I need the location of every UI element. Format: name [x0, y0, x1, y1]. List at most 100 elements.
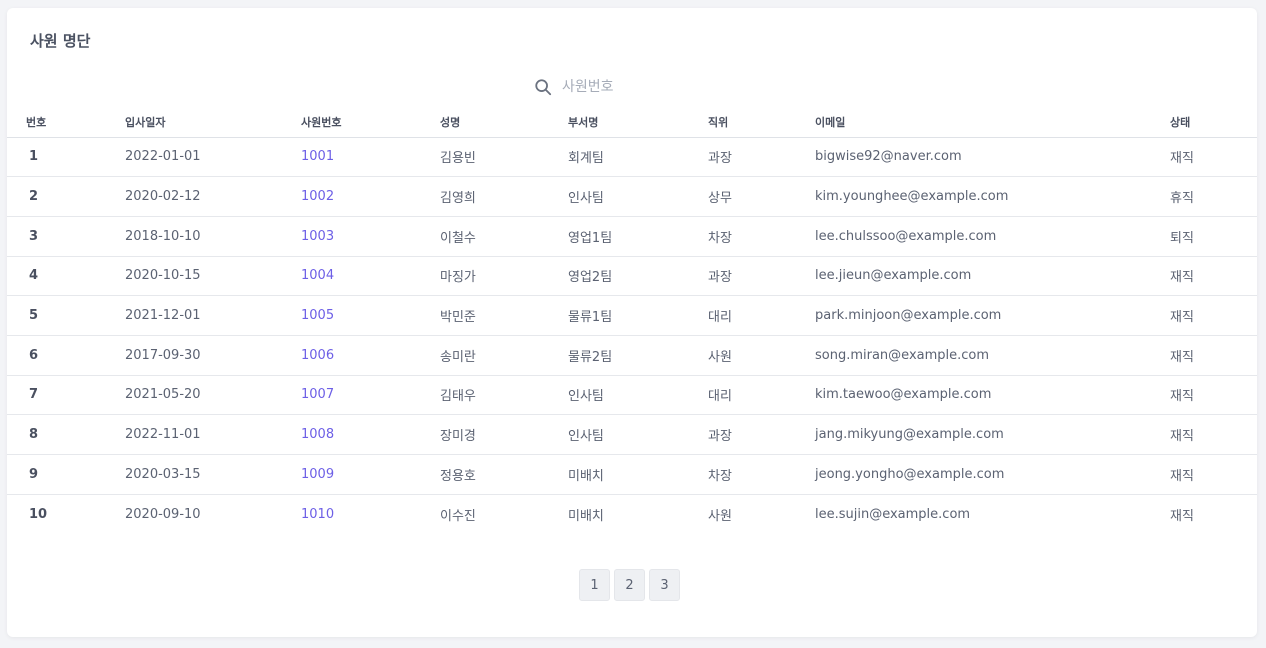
row-number: 1 — [7, 137, 125, 178]
emp-no-link[interactable]: 1009 — [301, 454, 440, 495]
status-cell: 재직 — [1170, 335, 1257, 376]
email-cell: song.miran@example.com — [815, 335, 1170, 376]
hire-date-cell: 2020-02-12 — [125, 176, 301, 217]
hire-date-cell: 2021-12-01 — [125, 295, 301, 336]
page-button-3[interactable]: 3 — [649, 569, 680, 601]
name-cell: 김용빈 — [440, 137, 568, 178]
column-header-status[interactable]: 상태 — [1170, 108, 1257, 138]
table-row[interactable]: 3 2018-10-10 1003 이철수 영업1팀 차장 lee.chulssoo@exa… — [7, 216, 1257, 257]
email-cell: park.minjoon@example.com — [815, 295, 1170, 336]
hire-date-cell: 2022-11-01 — [125, 414, 301, 455]
name-cell: 송미란 — [440, 335, 568, 376]
position-cell: 차장 — [708, 216, 815, 257]
status-cell: 재직 — [1170, 256, 1257, 297]
hire-date-cell: 2021-05-20 — [125, 375, 301, 416]
status-cell: 재직 — [1170, 508, 1194, 524]
hire-date-cell: 2020-09-10 — [125, 506, 201, 522]
email-cell: jang.mikyung@example.com — [815, 414, 1170, 455]
email-cell: lee.chulssoo@example.com — [815, 216, 1170, 257]
status-cell: 재직 — [1170, 295, 1257, 336]
name-cell: 김영희 — [440, 176, 568, 217]
status-cell: 퇴직 — [1170, 216, 1257, 257]
position-cell: 사원 — [708, 335, 815, 376]
emp-no-link[interactable]: 1008 — [301, 414, 440, 455]
emp-no-link[interactable]: 1001 — [301, 137, 440, 178]
hire-date-cell: 2022-01-01 — [125, 137, 301, 178]
status-cell: 재직 — [1170, 454, 1257, 495]
dept-cell: 미배치 — [568, 508, 604, 524]
position-cell: 차장 — [708, 454, 815, 495]
dept-cell: 영업2팀 — [568, 256, 708, 297]
hire-date-cell: 2018-10-10 — [125, 216, 301, 257]
name-cell: 장미경 — [440, 414, 568, 455]
table-header-row: 번호 입사일자 사원번호 성명 부서명 직위 이메일 상태 — [7, 108, 1257, 138]
position-cell: 사원 — [708, 508, 732, 524]
column-header-email[interactable]: 이메일 — [815, 108, 1170, 138]
pagination: 123 — [579, 569, 680, 601]
employee-table: 번호 입사일자 사원번호 성명 부서명 직위 이메일 상태 1 2022-01-0… — [7, 108, 1257, 534]
emp-no-link[interactable]: 1004 — [301, 256, 440, 297]
row-number: 7 — [7, 375, 125, 416]
row-number: 6 — [7, 335, 125, 376]
name-cell: 김태우 — [440, 375, 568, 416]
table-row[interactable]: 1 2022-01-01 1001 김용빈 회계팀 과장 bigwise92@naver.c… — [7, 137, 1257, 178]
name-cell: 박민준 — [440, 295, 568, 336]
page-title: 사원 명단 — [30, 32, 91, 50]
emp-no-link[interactable]: 1006 — [301, 335, 440, 376]
name-cell: 마징가 — [440, 256, 568, 297]
email-cell: kim.taewoo@example.com — [815, 375, 1170, 416]
row-number: 10 — [29, 506, 48, 522]
table-row[interactable]: 5 2021-12-01 1005 박민준 물류1팀 대리 park.minjoon@exa… — [7, 295, 1257, 336]
position-cell: 대리 — [708, 375, 815, 416]
emp-no-link[interactable]: 1005 — [301, 295, 440, 336]
table-row[interactable]: 8 2022-11-01 1008 장미경 인사팀 과장 jang.mikyung@exam… — [7, 414, 1257, 455]
row-number: 5 — [7, 295, 125, 336]
column-header-no[interactable]: 번호 — [7, 108, 125, 138]
page-button-2[interactable]: 2 — [614, 569, 645, 601]
status-cell: 재직 — [1170, 375, 1257, 416]
search-input[interactable] — [562, 79, 682, 95]
status-cell: 휴직 — [1170, 176, 1257, 217]
position-cell: 과장 — [708, 256, 815, 297]
email-cell: bigwise92@naver.com — [815, 137, 1170, 178]
dept-cell: 인사팀 — [568, 414, 708, 455]
email-cell: lee.jieun@example.com — [815, 256, 1170, 297]
row-number: 8 — [7, 414, 125, 455]
table-row[interactable]: 2 2020-02-12 1002 김영희 인사팀 상무 kim.younghee@exam… — [7, 176, 1257, 217]
search-icon[interactable] — [534, 78, 552, 96]
dept-cell: 회계팀 — [568, 137, 708, 178]
dept-cell: 영업1팀 — [568, 216, 708, 257]
dept-cell: 미배치 — [568, 454, 708, 495]
name-cell: 이수진 — [440, 508, 476, 524]
row-number: 2 — [7, 176, 125, 217]
column-header-name[interactable]: 성명 — [440, 108, 568, 138]
row-number: 4 — [7, 256, 125, 297]
column-header-emp-no[interactable]: 사원번호 — [301, 108, 440, 138]
column-header-hire-date[interactable]: 입사일자 — [125, 108, 301, 138]
emp-no-link[interactable]: 1003 — [301, 216, 440, 257]
emp-no-link[interactable]: 1010 — [301, 494, 440, 534]
status-cell: 재직 — [1170, 414, 1257, 455]
dept-cell: 인사팀 — [568, 375, 708, 416]
table-row[interactable]: 6 2017-09-30 1006 송미란 물류2팀 사원 song.miran@examp… — [7, 335, 1257, 376]
column-header-position[interactable]: 직위 — [708, 108, 815, 138]
table-row[interactable]: 10 2020-09-10 1010 이수진 미배치 사원 lee.sujin@exampl… — [7, 494, 1257, 534]
email-cell: lee.sujin@example.com — [815, 506, 971, 522]
email-cell: kim.younghee@example.com — [815, 176, 1170, 217]
row-number: 9 — [7, 454, 125, 495]
hire-date-cell: 2020-10-15 — [125, 256, 301, 297]
emp-no-link[interactable]: 1007 — [301, 375, 440, 416]
table-row[interactable]: 9 2020-03-15 1009 정용호 미배치 차장 jeong.yongho@exam… — [7, 454, 1257, 495]
page-button-1[interactable]: 1 — [579, 569, 610, 601]
name-cell: 이철수 — [440, 216, 568, 257]
table-row[interactable]: 4 2020-10-15 1004 마징가 영업2팀 과장 lee.jieun@exampl… — [7, 256, 1257, 297]
status-cell: 재직 — [1170, 137, 1257, 178]
dept-cell: 물류2팀 — [568, 335, 708, 376]
name-cell: 정용호 — [440, 454, 568, 495]
hire-date-cell: 2017-09-30 — [125, 335, 301, 376]
column-header-dept[interactable]: 부서명 — [568, 108, 708, 138]
dept-cell: 물류1팀 — [568, 295, 708, 336]
table-row[interactable]: 7 2021-05-20 1007 김태우 인사팀 대리 kim.taewoo@exampl… — [7, 375, 1257, 416]
dept-cell: 인사팀 — [568, 176, 708, 217]
emp-no-link[interactable]: 1002 — [301, 176, 440, 217]
